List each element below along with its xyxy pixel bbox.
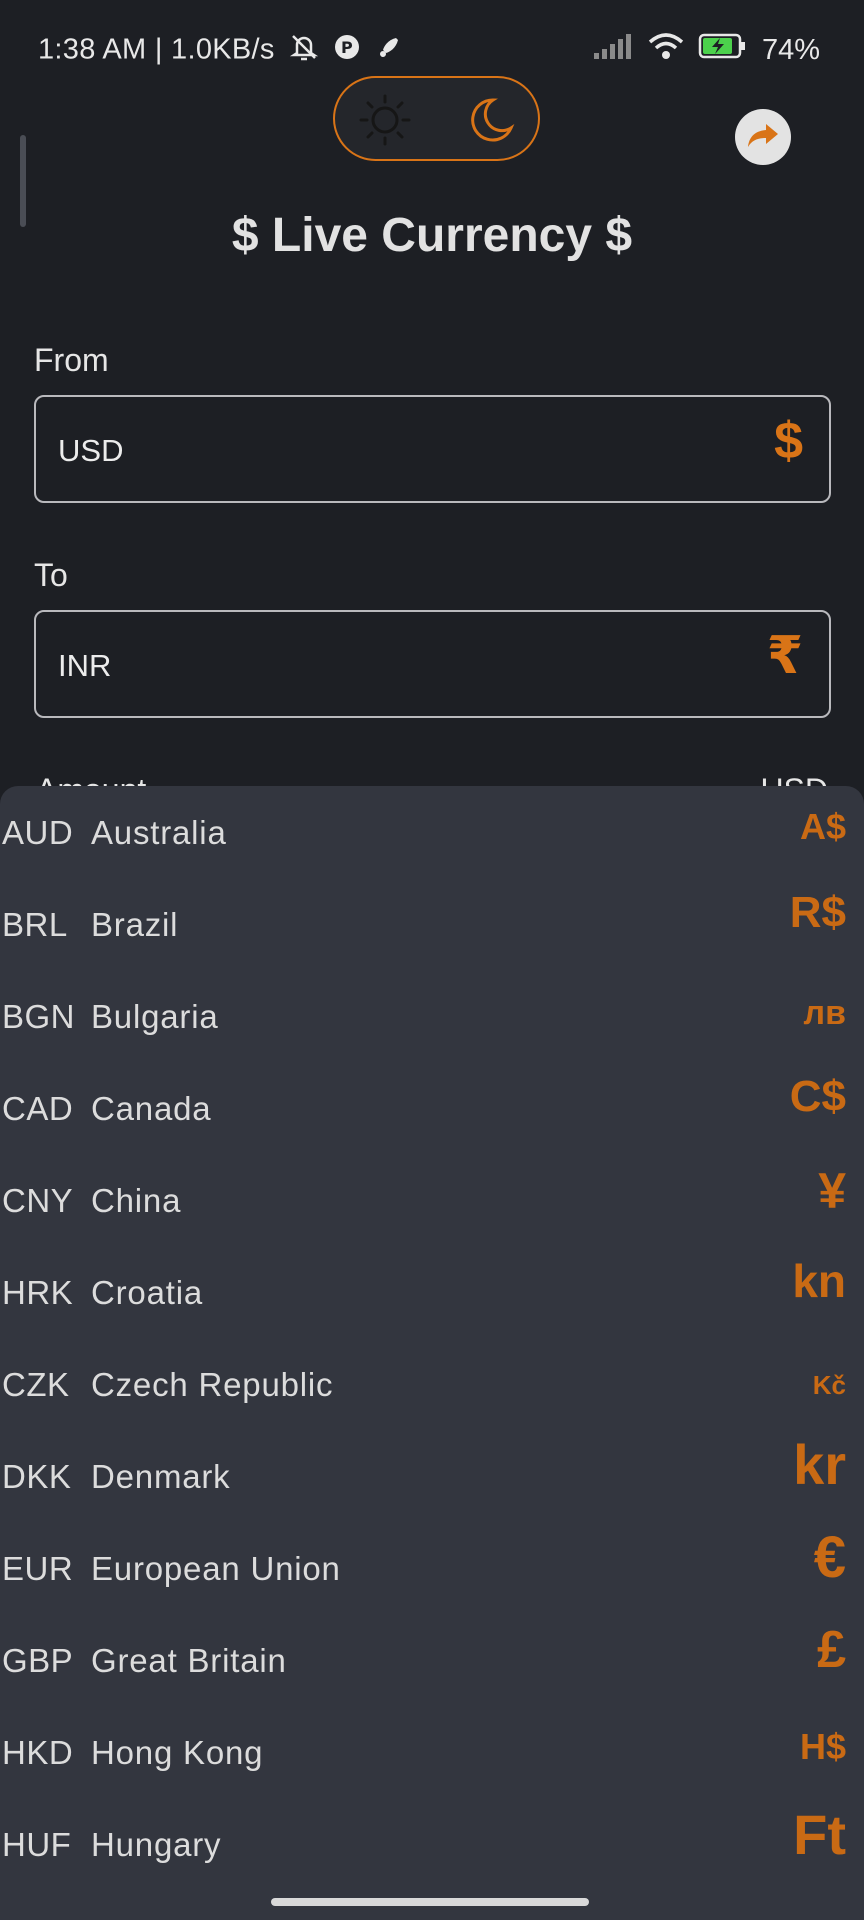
currency-symbol: € — [813, 1525, 846, 1590]
currency-symbol: Ft — [793, 1803, 846, 1866]
currency-option-czk[interactable]: CZK Czech Republic Kč — [0, 1338, 864, 1430]
currency-country: Hong Kong — [91, 1734, 264, 1771]
currency-code: DKK — [2, 1458, 72, 1495]
currency-option-cny[interactable]: CNY China ¥ — [0, 1154, 864, 1246]
currency-code: BRL — [2, 906, 68, 943]
currency-option-gbp[interactable]: GBP Great Britain £ — [0, 1614, 864, 1706]
share-icon — [746, 120, 780, 155]
rocket-icon — [376, 34, 402, 68]
to-currency-field[interactable]: INR ₹ — [34, 610, 831, 718]
currency-option-cad[interactable]: CAD Canada C$ — [0, 1062, 864, 1154]
moon-icon[interactable] — [463, 92, 519, 153]
currency-symbol: £ — [817, 1621, 846, 1679]
currency-country: Brazil — [91, 906, 179, 943]
currency-country: Bulgaria — [91, 998, 219, 1035]
currency-symbol: H$ — [799, 1726, 846, 1767]
to-label: To — [34, 557, 68, 593]
battery-charging-icon — [698, 32, 748, 68]
theme-toggle[interactable] — [333, 76, 540, 161]
signal-icon — [593, 33, 634, 67]
currency-code: GBP — [2, 1642, 74, 1679]
currency-country: China — [91, 1182, 182, 1219]
from-label: From — [34, 342, 109, 378]
svg-text:P: P — [341, 38, 353, 57]
currency-option-hrk[interactable]: HRK Croatia kn — [0, 1246, 864, 1338]
currency-code: EUR — [2, 1550, 74, 1587]
app-notification-icon: P — [333, 33, 361, 69]
currency-option-aud[interactable]: AUD Australia A$ — [0, 786, 864, 878]
currency-option-bgn[interactable]: BGN Bulgaria лв — [0, 970, 864, 1062]
currency-dropdown[interactable]: AUD Australia A$ BRL Brazil R$ BGN Bulgaria лв CA… — [0, 786, 864, 1920]
currency-option-brl[interactable]: BRL Brazil R$ — [0, 878, 864, 970]
currency-symbol: kn — [792, 1255, 846, 1307]
wifi-icon — [648, 32, 684, 68]
share-button[interactable] — [735, 109, 791, 165]
currency-symbol: лв — [803, 994, 847, 1032]
mute-bell-icon — [289, 32, 319, 70]
currency-code: HRK — [2, 1274, 74, 1311]
currency-option-hkd[interactable]: HKD Hong Kong H$ — [0, 1706, 864, 1798]
currency-country: Czech Republic — [91, 1366, 334, 1403]
currency-code: CAD — [2, 1090, 74, 1127]
status-right: 74% — [593, 32, 820, 68]
currency-country: Croatia — [91, 1274, 203, 1311]
currency-code: HKD — [2, 1734, 74, 1771]
currency-country: Denmark — [91, 1458, 231, 1495]
currency-country: Hungary — [91, 1826, 222, 1863]
currency-country: Australia — [91, 814, 227, 851]
sun-icon[interactable] — [357, 92, 413, 153]
currency-code: CZK — [2, 1366, 70, 1403]
currency-option-eur[interactable]: EUR European Union € — [0, 1522, 864, 1614]
from-currency-field[interactable]: USD $ — [34, 395, 831, 503]
currency-country: Great Britain — [91, 1642, 287, 1679]
currency-symbol: A$ — [799, 806, 846, 847]
currency-symbol: R$ — [789, 888, 846, 937]
page-title: $ Live Currency $ — [231, 209, 633, 262]
currency-code: CNY — [2, 1182, 74, 1219]
currency-option-huf[interactable]: HUF Hungary Ft — [0, 1798, 864, 1890]
home-indicator[interactable] — [271, 1898, 589, 1906]
to-currency-value: INR — [58, 648, 112, 683]
from-currency-value: USD — [58, 433, 124, 468]
status-time-speed: 1:38 AM | 1.0KB/s — [38, 33, 275, 66]
dollar-icon: $ — [774, 412, 803, 470]
rupee-icon: ₹ — [766, 627, 803, 685]
currency-option-dkk[interactable]: DKK Denmark kr — [0, 1430, 864, 1522]
status-left: 1:38 AM | 1.0KB/s P — [38, 32, 402, 70]
currency-code: HUF — [2, 1826, 72, 1863]
currency-symbol: ¥ — [818, 1163, 846, 1219]
currency-code: BGN — [2, 998, 76, 1035]
currency-symbol: Kč — [812, 1370, 846, 1400]
currency-code: AUD — [2, 814, 74, 851]
currency-symbol: kr — [793, 1433, 846, 1496]
currency-country: European Union — [91, 1550, 341, 1587]
battery-percent: 74% — [761, 33, 820, 66]
currency-country: Canada — [91, 1090, 212, 1127]
currency-symbol: C$ — [789, 1072, 846, 1121]
